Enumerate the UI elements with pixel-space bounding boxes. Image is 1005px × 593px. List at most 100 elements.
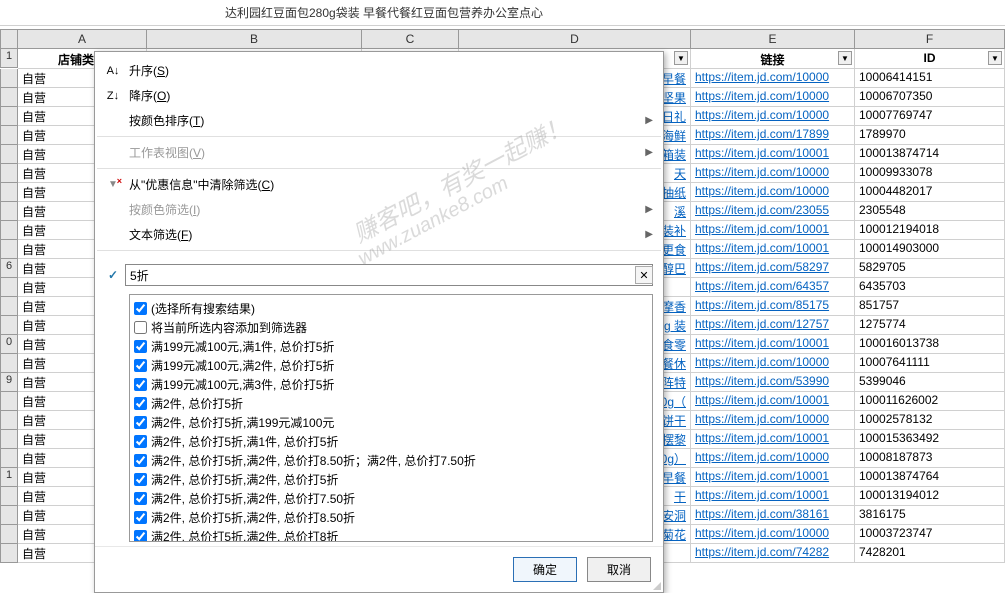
- cell-link[interactable]: https://item.jd.com/10000: [691, 164, 855, 183]
- filter-item[interactable]: 满2件, 总价打5折,满1件, 总价打5折: [134, 432, 648, 451]
- cell-link[interactable]: https://item.jd.com/10001: [691, 392, 855, 411]
- filter-item[interactable]: 满2件, 总价打5折,满2件, 总价打8折: [134, 527, 648, 542]
- cell-id[interactable]: 100013874714: [855, 145, 1005, 164]
- col-header-e[interactable]: E: [691, 29, 855, 49]
- cell-link[interactable]: https://item.jd.com/23055: [691, 202, 855, 221]
- cell-link[interactable]: https://item.jd.com/58297: [691, 259, 855, 278]
- filter-item-checkbox[interactable]: [134, 340, 147, 353]
- filter-item-checkbox[interactable]: [134, 492, 147, 505]
- cell-id[interactable]: 6435703: [855, 278, 1005, 297]
- filter-item-checkbox[interactable]: [134, 530, 147, 542]
- cell-link[interactable]: https://item.jd.com/10001: [691, 335, 855, 354]
- cell-id[interactable]: 100011626002: [855, 392, 1005, 411]
- row-header[interactable]: [0, 145, 18, 164]
- cell-link[interactable]: https://item.jd.com/10001: [691, 468, 855, 487]
- filter-search-input[interactable]: [125, 264, 653, 286]
- cell-id[interactable]: 100013874764: [855, 468, 1005, 487]
- row-header[interactable]: [0, 544, 18, 563]
- filter-item-checkbox[interactable]: [134, 378, 147, 391]
- cell-id[interactable]: 10009933078: [855, 164, 1005, 183]
- cell-link[interactable]: https://item.jd.com/10000: [691, 449, 855, 468]
- cell-link[interactable]: https://item.jd.com/10001: [691, 487, 855, 506]
- cell-id[interactable]: 5829705: [855, 259, 1005, 278]
- cell-id[interactable]: 1789970: [855, 126, 1005, 145]
- filter-item[interactable]: 满199元减100元,满3件, 总价打5折: [134, 375, 648, 394]
- ok-button[interactable]: 确定: [513, 557, 577, 582]
- cell-id[interactable]: 100016013738: [855, 335, 1005, 354]
- row-header[interactable]: 1: [0, 468, 18, 487]
- filter-item[interactable]: 满2件, 总价打5折: [134, 394, 648, 413]
- filter-dropdown-d[interactable]: ▼: [674, 51, 688, 65]
- filter-item-checkbox[interactable]: [134, 435, 147, 448]
- cell-id[interactable]: 10004482017: [855, 183, 1005, 202]
- cell-id[interactable]: 10008187873: [855, 449, 1005, 468]
- row-header[interactable]: 9: [0, 373, 18, 392]
- text-filter[interactable]: 文本筛选(F) ▶: [95, 222, 663, 247]
- filter-item[interactable]: 满2件, 总价打5折,满2件, 总价打8.50折；满2件, 总价打7.50折: [134, 451, 648, 470]
- cell-link[interactable]: https://item.jd.com/10001: [691, 240, 855, 259]
- cell-link[interactable]: https://item.jd.com/10000: [691, 354, 855, 373]
- cell-link[interactable]: https://item.jd.com/10001: [691, 430, 855, 449]
- cell-link[interactable]: https://item.jd.com/10000: [691, 69, 855, 88]
- resize-handle-icon[interactable]: [651, 580, 661, 590]
- row-header[interactable]: [0, 88, 18, 107]
- row-header[interactable]: [0, 278, 18, 297]
- filter-item[interactable]: 满2件, 总价打5折,满2件, 总价打5折: [134, 470, 648, 489]
- col-header-c[interactable]: C: [362, 29, 459, 49]
- row-header[interactable]: [0, 164, 18, 183]
- cell-id[interactable]: 10006707350: [855, 88, 1005, 107]
- filter-item-checkbox[interactable]: [134, 302, 147, 315]
- select-all-corner[interactable]: [0, 29, 18, 49]
- cell-link[interactable]: https://item.jd.com/38161: [691, 506, 855, 525]
- cell-id[interactable]: 7428201: [855, 544, 1005, 563]
- row-header[interactable]: [0, 107, 18, 126]
- row-header[interactable]: [0, 525, 18, 544]
- cell-link[interactable]: https://item.jd.com/10000: [691, 88, 855, 107]
- cell-link[interactable]: https://item.jd.com/10000: [691, 107, 855, 126]
- cell-id[interactable]: 1275774: [855, 316, 1005, 335]
- filter-item[interactable]: 满2件, 总价打5折,满199元减100元: [134, 413, 648, 432]
- row-header[interactable]: [0, 183, 18, 202]
- row-header[interactable]: 6: [0, 259, 18, 278]
- filter-item-checkbox[interactable]: [134, 359, 147, 372]
- row-header[interactable]: [0, 449, 18, 468]
- row-header[interactable]: [0, 411, 18, 430]
- cell-link[interactable]: https://item.jd.com/53990: [691, 373, 855, 392]
- filter-dropdown-e[interactable]: ▼: [838, 51, 852, 65]
- cell-id[interactable]: 3816175: [855, 506, 1005, 525]
- clear-search-icon[interactable]: ✕: [635, 266, 653, 284]
- filter-item-checkbox[interactable]: [134, 473, 147, 486]
- cell-id[interactable]: 5399046: [855, 373, 1005, 392]
- filter-item-checkbox[interactable]: [134, 416, 147, 429]
- cell-link[interactable]: https://item.jd.com/10001: [691, 145, 855, 164]
- cell-link[interactable]: https://item.jd.com/12757: [691, 316, 855, 335]
- row-header[interactable]: 0: [0, 335, 18, 354]
- row-header[interactable]: [0, 430, 18, 449]
- cell-link[interactable]: https://item.jd.com/10001: [691, 221, 855, 240]
- col-header-f[interactable]: F: [855, 29, 1005, 49]
- cell-link[interactable]: https://item.jd.com/10000: [691, 411, 855, 430]
- row-header[interactable]: [0, 69, 18, 88]
- clear-filter[interactable]: ▼ 从"优惠信息"中清除筛选(C): [95, 172, 663, 197]
- row-header[interactable]: [0, 297, 18, 316]
- cell-id[interactable]: 851757: [855, 297, 1005, 316]
- cell-link[interactable]: https://item.jd.com/64357: [691, 278, 855, 297]
- cell-id[interactable]: 100015363492: [855, 430, 1005, 449]
- filter-item[interactable]: 满2件, 总价打5折,满2件, 总价打8.50折: [134, 508, 648, 527]
- cell-id[interactable]: 100014903000: [855, 240, 1005, 259]
- cell-id[interactable]: 10006414151: [855, 69, 1005, 88]
- cell-id[interactable]: 10007769747: [855, 107, 1005, 126]
- row-header-1[interactable]: 1: [0, 49, 18, 68]
- cell-id[interactable]: 10002578132: [855, 411, 1005, 430]
- filter-item[interactable]: 将当前所选内容添加到筛选器: [134, 318, 648, 337]
- filter-item-checkbox[interactable]: [134, 454, 147, 467]
- row-header[interactable]: [0, 221, 18, 240]
- cell-id[interactable]: 10007641111: [855, 354, 1005, 373]
- sort-asc[interactable]: A↓ 升序(S): [95, 58, 663, 83]
- filter-item-checkbox[interactable]: [134, 321, 147, 334]
- filter-value-list[interactable]: (选择所有搜索结果)将当前所选内容添加到筛选器满199元减100元,满1件, 总…: [129, 294, 653, 542]
- filter-item[interactable]: 满2件, 总价打5折,满2件, 总价打7.50折: [134, 489, 648, 508]
- col-header-d[interactable]: D: [459, 29, 691, 49]
- cancel-button[interactable]: 取消: [587, 557, 651, 582]
- filter-dropdown-f[interactable]: ▼: [988, 51, 1002, 65]
